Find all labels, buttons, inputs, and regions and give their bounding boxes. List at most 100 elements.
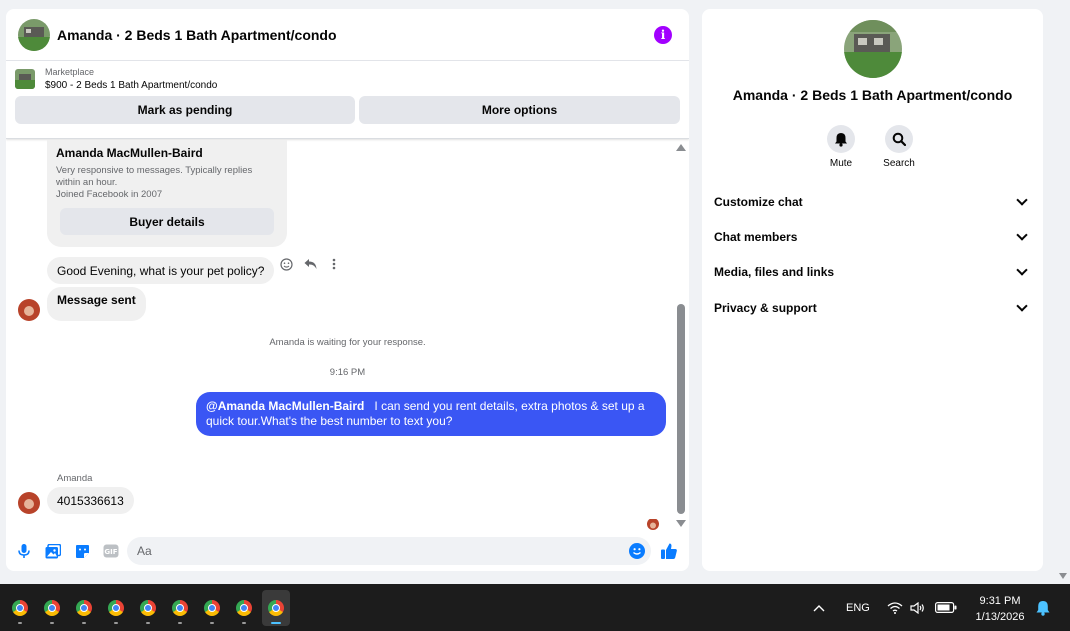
- taskbar-chrome-app-active[interactable]: [262, 590, 290, 626]
- profile-description: Very responsive to messages. Typically r…: [56, 165, 253, 188]
- taskbar-chrome-app[interactable]: [166, 590, 194, 626]
- chat-title: Amanda · 2 Beds 1 Bath Apartment/condo: [57, 26, 337, 43]
- chevron-down-icon: [1016, 194, 1028, 206]
- marketplace-label: Marketplace: [45, 67, 95, 77]
- section-chat-members[interactable]: Chat members: [714, 227, 1032, 247]
- running-indicator: [146, 622, 150, 624]
- clock-date: 1/13/2026: [975, 611, 1025, 623]
- chrome-icon: [268, 600, 284, 616]
- conversation-info-panel: Amanda · 2 Beds 1 Bath Apartment/condo M…: [702, 9, 1043, 571]
- running-indicator: [18, 622, 22, 624]
- scroll-down-arrow[interactable]: [676, 520, 686, 527]
- section-media-files-links[interactable]: Media, files and links: [714, 262, 1032, 282]
- reply-icon[interactable]: [303, 257, 317, 271]
- message-input[interactable]: Aa: [127, 537, 651, 565]
- waiting-status-note: Amanda is waiting for your response.: [269, 337, 426, 348]
- mention-link[interactable]: @Amanda MacMullen-Baird: [206, 399, 364, 413]
- info-title: Amanda · 2 Beds 1 Bath Apartment/condo: [732, 87, 1013, 103]
- chevron-up-icon: [813, 604, 825, 611]
- taskbar-chrome-app[interactable]: [102, 590, 130, 626]
- chevron-down-icon: [1016, 264, 1028, 276]
- gif-icon[interactable]: GIF: [103, 543, 119, 559]
- buyer-details-button[interactable]: Buyer details: [60, 208, 274, 235]
- message-timestamp: 9:16 PM: [329, 367, 366, 378]
- listing-avatar[interactable]: [18, 18, 50, 51]
- more-options-button[interactable]: More options: [359, 96, 680, 124]
- mute-label: Mute: [829, 158, 853, 169]
- message-bubble-incoming[interactable]: Message sent: [47, 287, 146, 321]
- taskbar-chrome-app[interactable]: [38, 590, 66, 626]
- message-list: Amanda MacMullen-Baird Very responsive t…: [6, 140, 689, 530]
- mute-button[interactable]: Mute: [827, 125, 855, 169]
- amanda-avatar[interactable]: [18, 492, 40, 514]
- info-actions: Mute Search: [827, 125, 915, 169]
- active-indicator: [271, 622, 281, 624]
- sender-label: Amanda: [57, 473, 93, 484]
- svg-text:GIF: GIF: [104, 548, 117, 556]
- chrome-icon: [140, 600, 156, 616]
- section-label: Privacy & support: [714, 301, 817, 315]
- listing-thumbnail[interactable]: [15, 69, 35, 89]
- chrome-icon: [236, 600, 252, 616]
- search-icon[interactable]: [885, 125, 913, 153]
- running-indicator: [50, 622, 54, 624]
- mark-as-pending-button[interactable]: Mark as pending: [15, 96, 355, 124]
- profile-name: Amanda MacMullen-Baird: [56, 146, 203, 160]
- notification-bell-icon[interactable]: [1036, 584, 1050, 631]
- language-label: ENG: [846, 601, 870, 614]
- message-bubble-incoming[interactable]: Good Evening, what is your pet policy?: [47, 257, 275, 284]
- wifi-icon[interactable]: [887, 584, 903, 631]
- running-indicator: [242, 622, 246, 624]
- taskbar-chrome-app[interactable]: [134, 590, 162, 626]
- thumbs-up-icon[interactable]: [659, 541, 679, 561]
- chrome-icon: [172, 600, 188, 616]
- message-bubble-incoming[interactable]: 4015336613: [47, 487, 134, 514]
- page-scroll-down-arrow[interactable]: [1059, 573, 1067, 579]
- chevron-down-icon: [1016, 229, 1028, 241]
- message-bubble-outgoing[interactable]: @Amanda MacMullen-Baird I can send you r…: [196, 392, 666, 436]
- amanda-avatar[interactable]: [18, 299, 40, 321]
- section-privacy-support[interactable]: Privacy & support: [714, 298, 1032, 318]
- message-scrollbar[interactable]: [676, 140, 688, 530]
- message-composer: GIF Aa: [6, 531, 689, 571]
- volume-icon[interactable]: [910, 584, 925, 631]
- chevron-down-icon: [1016, 300, 1028, 312]
- sticker-icon[interactable]: [74, 543, 90, 559]
- battery-icon[interactable]: [935, 584, 957, 631]
- taskbar-chrome-app[interactable]: [70, 590, 98, 626]
- section-customize-chat[interactable]: Customize chat: [714, 192, 1032, 212]
- language-indicator[interactable]: ENG: [846, 584, 870, 631]
- running-indicator: [114, 622, 118, 624]
- microphone-icon[interactable]: [16, 543, 32, 559]
- search-label: Search: [883, 158, 915, 169]
- chat-header: Amanda · 2 Beds 1 Bath Apartment/condo i: [6, 9, 689, 61]
- scroll-thumb[interactable]: [677, 304, 685, 514]
- running-indicator: [82, 622, 86, 624]
- taskbar-chrome-app[interactable]: [198, 590, 226, 626]
- marketplace-bar: Marketplace $900 - 2 Beds 1 Bath Apartme…: [6, 61, 689, 139]
- chrome-icon: [76, 600, 92, 616]
- system-clock[interactable]: 9:31 PM 1/13/2026: [960, 593, 1040, 625]
- show-hidden-icons-button[interactable]: [813, 584, 825, 631]
- message-input-placeholder: Aa: [137, 544, 152, 558]
- emoji-icon[interactable]: [629, 543, 645, 559]
- react-icon[interactable]: [279, 257, 293, 271]
- search-button[interactable]: Search: [883, 125, 915, 169]
- bell-icon[interactable]: [827, 125, 855, 153]
- taskbar-chrome-app[interactable]: [6, 590, 34, 626]
- listing-avatar-large[interactable]: [844, 20, 902, 78]
- info-icon[interactable]: i: [654, 25, 672, 44]
- message-actions: [279, 257, 341, 271]
- read-receipt-avatar: [647, 518, 659, 530]
- running-indicator: [178, 622, 182, 624]
- listing-price-title[interactable]: $900 - 2 Beds 1 Bath Apartment/condo: [45, 80, 217, 91]
- more-vertical-icon[interactable]: [327, 257, 341, 271]
- chrome-icon: [108, 600, 124, 616]
- chrome-icon: [12, 600, 28, 616]
- section-label: Customize chat: [714, 195, 803, 209]
- clock-time: 9:31 PM: [979, 595, 1021, 607]
- photo-icon[interactable]: [45, 543, 61, 559]
- taskbar-chrome-app[interactable]: [230, 590, 258, 626]
- scroll-up-arrow[interactable]: [676, 144, 686, 151]
- section-label: Chat members: [714, 230, 798, 244]
